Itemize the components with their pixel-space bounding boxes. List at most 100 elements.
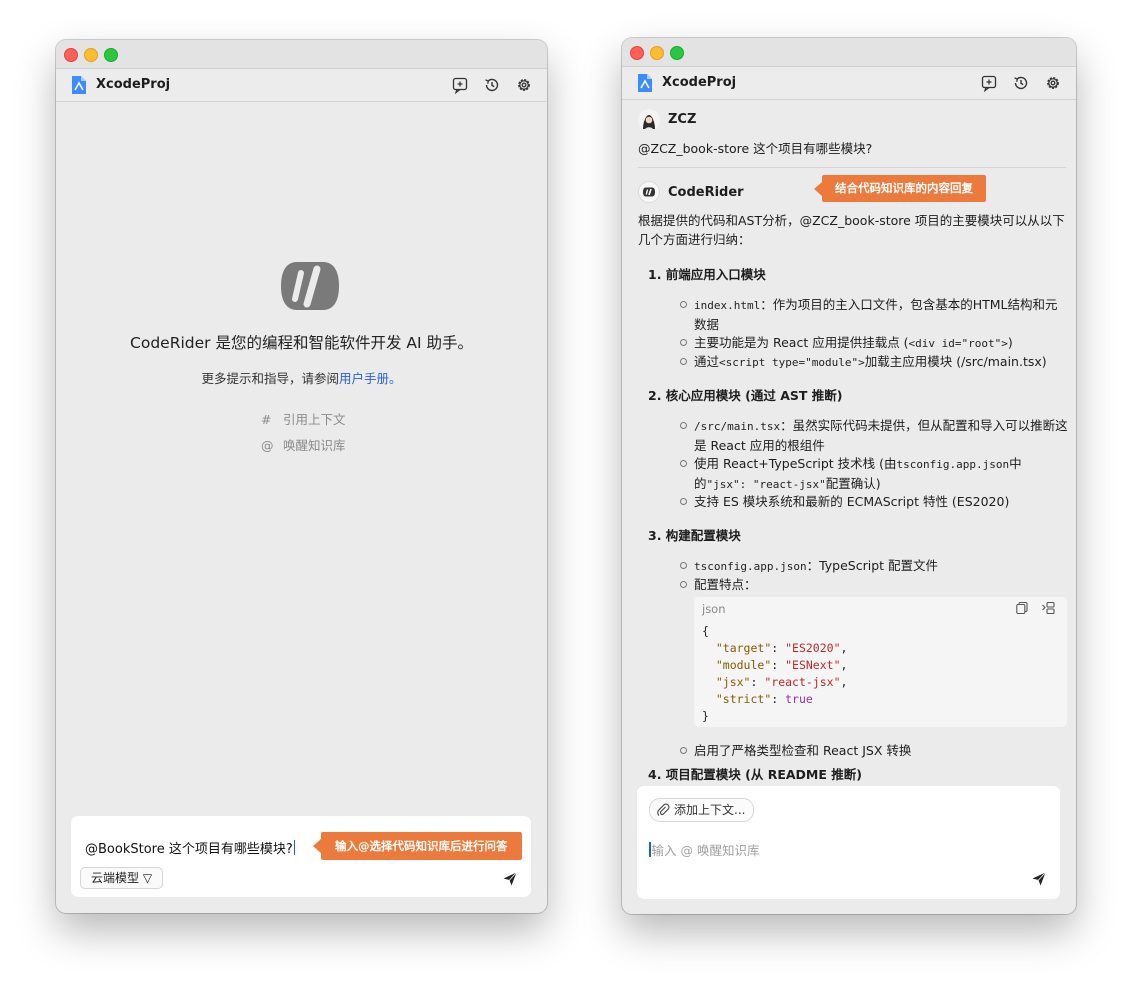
code-block: json { "target": "ES2020", "module": "ES… [694,597,1067,727]
list-item: 主要功能是为 React 应用提供挂载点 (<div id="root">) [694,333,1070,353]
hint-label: 引用上下文 [283,412,346,427]
list-item: index.html：作为项目的主入口文件，包含基本的HTML结构和元数据 [694,295,1070,334]
code-value: "react-jsx" [764,675,841,689]
code-key: "module" [715,658,772,672]
bullet [680,301,687,308]
history-icon[interactable] [483,76,501,94]
annotation-callout-left: 输入@选择代码知识库后进行问答 [313,832,522,860]
welcome-subtitle-text: 更多提示和指导，请参阅 [201,371,339,386]
section-heading: 4. 项目配置模块 (从 README 推断) [648,767,862,782]
code-value: true [785,692,813,706]
hint-label: 唤醒知识库 [283,438,346,453]
inline-code: <script type="module"> [719,356,865,369]
list-item-text: ) [1007,335,1013,350]
inline-code: index.html [694,299,761,312]
toolbar: XcodeProj [56,69,547,102]
model-select-button[interactable]: 云端模型 ▽ [80,867,164,889]
new-chat-icon[interactable] [451,76,469,94]
chat-composer[interactable]: 添加上下文... 输入 @ 唤醒知识库 [637,786,1060,899]
code-language-label: json [702,602,726,616]
message-divider [638,167,1066,168]
send-icon[interactable] [502,871,518,887]
title-bar [56,40,547,69]
right-window: XcodeProj ZCZ @ZCZ_book-store 这个项目有哪些模块?… [622,38,1076,914]
list-item-text: 主要功能是为 React 应用提供挂载点 ( [694,335,909,350]
paperclip-icon [657,803,670,817]
app-title: XcodeProj [96,77,171,92]
inline-code: tsconfig.app.json [694,560,807,573]
inline-code: /src/main.tsx [694,420,781,433]
text-caret [293,840,296,855]
list-item: 使用 React+TypeScript 技术栈 (由tsconfig.app.j… [694,454,1024,494]
list-item-text: 通过 [694,354,720,369]
bot-intro: 根据提供的代码和AST分析，@ZCZ_book-store 项目的主要模块可以从… [638,213,1065,247]
hash-icon: # [261,412,272,427]
code-key: "strict" [715,692,772,706]
inline-code: "jsx": "react-jsx" [706,478,826,491]
list-item-text: 配置确认) [825,476,881,491]
text-caret [649,842,651,857]
history-icon[interactable] [1012,74,1030,92]
inline-code: tsconfig.app.json [896,458,1010,471]
hint-reference-context[interactable]: # 引用上下文 [261,409,346,428]
xcodeproj-file-icon [72,76,86,94]
section-heading: 1. 前端应用入口模块 [648,267,766,282]
toolbar: XcodeProj [622,67,1076,100]
annotation-callout-right: 结合代码知识库的内容回复 [814,175,986,202]
bot-name: CodeRider [668,185,744,200]
list-item-text: ：TypeScript 配置文件 [806,558,939,573]
chat-input-placeholder: 输入 @ 唤醒知识库 [651,843,760,858]
code-key: "target" [715,641,772,655]
list-item-text: 加载主应用模块 (/src/main.tsx) [864,354,1047,369]
inline-code: <div id="root"> [908,337,1008,350]
coderider-avatar [638,181,660,203]
left-window: XcodeProj CodeRider 是您的编程和智能软件开发 AI 助手。 … [56,40,547,913]
code-value: "ESNext" [785,658,841,672]
chat-input[interactable]: 输入 @ 唤醒知识库 [649,840,759,859]
bullet [680,358,687,365]
zoom-window-button[interactable] [670,46,684,60]
minimize-window-button[interactable] [650,46,664,60]
code-value: "ES2020" [785,641,841,655]
user-manual-link[interactable]: 用户手册。 [339,371,402,386]
chat-input[interactable]: @BookStore 这个项目有哪些模块? [85,838,296,857]
bullet [680,747,687,754]
xcodeproj-file-icon [638,74,652,92]
close-window-button[interactable] [64,48,78,62]
list-item: /src/main.tsx：虽然实际代码未提供，但从配置和导入可以推断这是 Re… [694,416,1070,455]
title-bar [622,38,1076,67]
section-heading: 3. 构建配置模块 [648,528,741,543]
coderider-logo-icon [281,262,339,310]
chat-input-value: @BookStore 这个项目有哪些模块? [85,842,293,857]
code-key: "jsx" [715,675,751,689]
minimize-window-button[interactable] [84,48,98,62]
bullet [680,422,687,429]
code-content: { "target": "ES2020", "module": "ESNext"… [702,624,848,723]
bullet [680,581,687,588]
user-message: @ZCZ_book-store 这个项目有哪些模块? [638,141,873,156]
insert-code-icon[interactable] [1041,601,1055,615]
list-item: 通过<script type="module">加载主应用模块 (/src/ma… [694,352,1070,372]
hint-wake-knowledge-base[interactable]: @ 唤醒知识库 [261,435,346,454]
list-item: 支持 ES 模块系统和最新的 ECMAScript 特性 (ES2020) [694,494,1010,509]
user-name: ZCZ [668,112,697,127]
settings-gear-icon[interactable] [515,76,533,94]
bullet [680,562,687,569]
user-avatar [638,109,660,131]
bullet [680,460,687,467]
list-item: tsconfig.app.json：TypeScript 配置文件 [694,556,1070,576]
at-icon: @ [261,438,274,453]
welcome-subtitle: 更多提示和指导，请参阅用户手册。 [56,368,547,387]
close-window-button[interactable] [630,46,644,60]
settings-gear-icon[interactable] [1044,74,1062,92]
list-item: 启用了严格类型检查和 React JSX 转换 [694,743,912,758]
list-item-text: 使用 React+TypeScript 技术栈 (由 [694,456,897,471]
section-heading: 2. 核心应用模块 (通过 AST 推断) [648,388,843,403]
add-context-button[interactable]: 添加上下文... [649,798,755,822]
app-title: XcodeProj [662,75,737,90]
add-context-label: 添加上下文... [674,803,746,817]
zoom-window-button[interactable] [104,48,118,62]
new-chat-icon[interactable] [980,74,998,92]
send-icon[interactable] [1031,871,1047,887]
copy-icon[interactable] [1015,601,1029,615]
